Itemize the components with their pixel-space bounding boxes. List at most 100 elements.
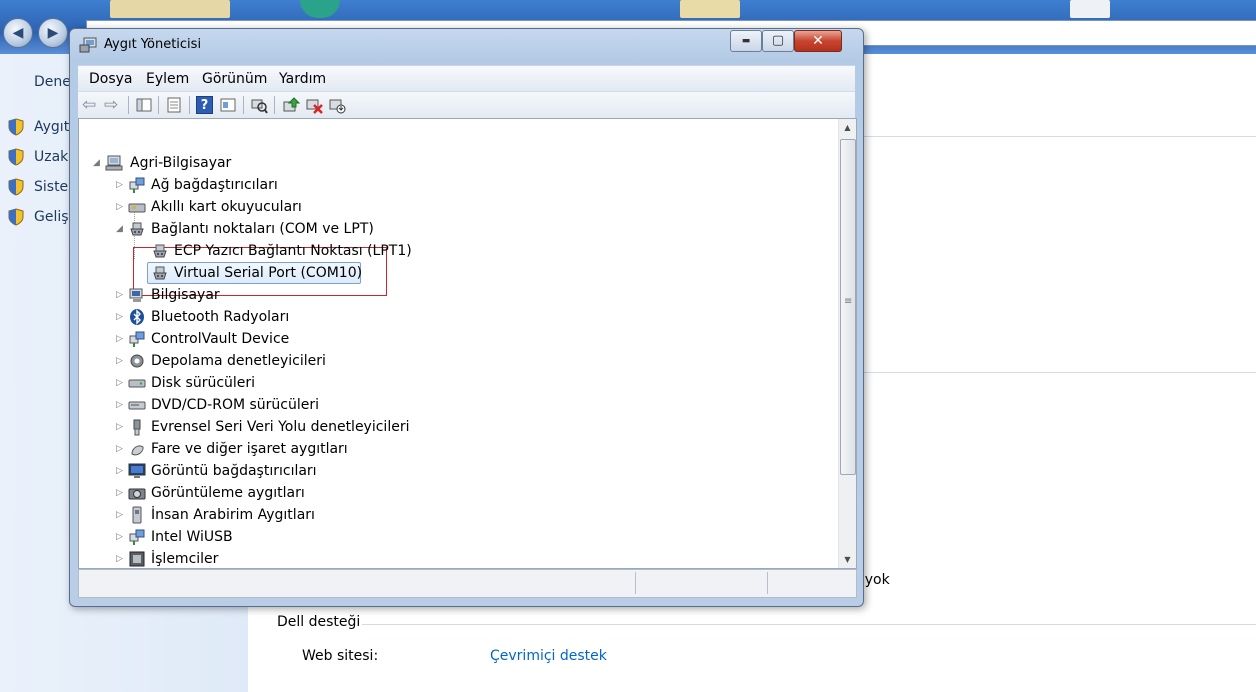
tree-item[interactable]: Bluetooth Radyoları xyxy=(151,306,289,328)
expand-arrow-icon[interactable]: ▷ xyxy=(116,401,125,410)
tree-item[interactable]: Görüntü bağdaştırıcıları xyxy=(151,460,317,482)
port-icon xyxy=(153,266,167,280)
menu-file[interactable]: Dosya xyxy=(89,71,133,87)
update-driver-icon[interactable] xyxy=(282,96,300,114)
expand-arrow-icon[interactable]: ▷ xyxy=(116,467,125,476)
properties-icon[interactable] xyxy=(165,96,183,114)
menu-bar: Dosya Eylem Görünüm Yardım xyxy=(78,65,855,92)
sidebar-link-system[interactable]: Sister xyxy=(34,179,74,195)
scroll-up-arrow[interactable]: ▲ xyxy=(839,119,856,136)
expand-arrow-icon[interactable]: ▷ xyxy=(116,533,125,542)
status-divider xyxy=(767,572,768,594)
forward-arrow-icon[interactable]: ⇨ xyxy=(104,96,122,114)
back-button[interactable]: ◀ xyxy=(3,18,33,48)
shield-icon xyxy=(8,148,24,166)
device-manager-app-icon xyxy=(79,37,97,53)
divider xyxy=(362,624,1256,625)
expand-arrow-icon[interactable]: ▷ xyxy=(116,291,125,300)
taskbar-thumbnail[interactable] xyxy=(1070,0,1110,18)
device-tree[interactable]: ◢ Agri-Bilgisayar ▷ Ağ bağdaştırıcıları ▷ A… xyxy=(78,118,857,569)
tree-item[interactable]: Disk sürücüleri xyxy=(151,372,255,394)
tree-item[interactable]: Fare ve diğer işaret aygıtları xyxy=(151,438,348,460)
expand-arrow-icon[interactable]: ▷ xyxy=(116,445,125,454)
collapse-arrow-icon[interactable]: ◢ xyxy=(116,225,125,234)
tree-item-selected[interactable]: Virtual Serial Port (COM10) xyxy=(174,262,362,284)
expand-arrow-icon[interactable]: ▷ xyxy=(116,181,125,190)
close-button[interactable]: ✕ xyxy=(794,30,842,52)
toolbar-separator xyxy=(243,96,244,114)
system-partial-label: Dene xyxy=(34,74,71,90)
expand-arrow-icon[interactable]: ▷ xyxy=(116,335,125,344)
divider xyxy=(862,372,1256,373)
mouse-icon xyxy=(131,445,144,456)
maximize-button[interactable]: ▢ xyxy=(762,30,794,52)
sidebar-link-device-manager[interactable]: Aygıt xyxy=(34,119,69,135)
device-manager-window[interactable]: Aygıt Yöneticisi ▬ ▢ ✕ Dosya Eylem Görün… xyxy=(69,28,864,607)
network-icon xyxy=(129,331,145,347)
scroll-down-arrow[interactable]: ▼ xyxy=(839,551,856,568)
tree-item[interactable]: Intel WiUSB xyxy=(151,526,233,548)
expand-arrow-icon[interactable]: ▷ xyxy=(116,511,125,520)
tree-item[interactable]: Bağlantı noktaları (COM ve LPT) xyxy=(151,218,374,240)
menu-view[interactable]: Görünüm xyxy=(202,71,267,87)
tree-root-label[interactable]: Agri-Bilgisayar xyxy=(130,152,231,174)
taskbar-thumbnail[interactable] xyxy=(680,0,740,18)
forward-button[interactable]: ▶ xyxy=(38,18,68,48)
storage-icon xyxy=(130,354,144,368)
disable-device-icon[interactable] xyxy=(328,96,346,114)
expand-arrow-icon[interactable]: ▷ xyxy=(116,203,125,212)
toolbar-separator xyxy=(189,96,190,114)
tree-item[interactable]: Görüntüleme aygıtları xyxy=(151,482,305,504)
port-icon xyxy=(153,244,167,258)
hid-icon xyxy=(132,506,142,524)
sidebar-link-advanced[interactable]: Geliş xyxy=(34,209,69,225)
sidebar-link-remote[interactable]: Uzak xyxy=(34,149,68,165)
vertical-scrollbar[interactable]: ▲ ≡ ▼ xyxy=(838,119,856,568)
support-heading: Dell desteği xyxy=(277,614,361,630)
menu-action[interactable]: Eylem xyxy=(146,71,189,87)
processor-icon xyxy=(129,551,145,567)
online-support-link[interactable]: Çevrimiçi destek xyxy=(490,648,607,664)
tree-item[interactable]: ECP Yazıcı Bağlantı Noktası (LPT1) xyxy=(174,240,412,262)
toolbar-separator xyxy=(274,96,275,114)
expand-arrow-icon[interactable]: ▷ xyxy=(116,555,125,564)
scrollbar-thumb[interactable]: ≡ xyxy=(840,139,856,475)
expand-arrow-icon[interactable]: ▷ xyxy=(116,313,125,322)
tree-item[interactable]: İşlemciler xyxy=(151,548,218,568)
tree-item[interactable]: Depolama denetleyicileri xyxy=(151,350,326,372)
back-arrow-icon[interactable]: ⇦ xyxy=(82,96,100,114)
tree-item[interactable]: DVD/CD-ROM sürücüleri xyxy=(151,394,319,416)
toolbar: ⇦ ⇨ ? xyxy=(78,91,855,119)
taskbar-thumbnail[interactable] xyxy=(110,0,230,18)
tree-item[interactable]: Ağ bağdaştırıcıları xyxy=(151,174,278,196)
show-hide-tree-icon[interactable] xyxy=(135,96,153,114)
scan-hardware-icon[interactable] xyxy=(250,96,268,114)
computer-icon xyxy=(129,288,143,302)
view-details-icon[interactable] xyxy=(219,96,237,114)
expand-arrow-icon[interactable]: ▷ xyxy=(116,489,125,498)
taskbar-thumbnail[interactable] xyxy=(300,0,340,18)
uninstall-icon[interactable] xyxy=(305,96,323,114)
expand-arrow-icon[interactable]: ▷ xyxy=(116,357,125,366)
collapse-arrow-icon[interactable]: ◢ xyxy=(93,159,102,168)
tree-item[interactable]: İnsan Arabirim Aygıtları xyxy=(151,504,315,526)
network-icon xyxy=(129,177,145,193)
camera-icon xyxy=(128,488,146,500)
status-divider xyxy=(635,572,636,594)
help-icon[interactable]: ? xyxy=(196,96,213,114)
port-icon xyxy=(130,222,144,236)
divider xyxy=(862,136,1256,137)
dvd-icon xyxy=(128,401,146,410)
tree-item[interactable]: Bilgisayar xyxy=(151,284,220,306)
tree-item[interactable]: Akıllı kart okuyucuları xyxy=(151,196,302,218)
disk-icon xyxy=(128,379,146,388)
tree-item[interactable]: Evrensel Seri Veri Yolu denetleyicileri xyxy=(151,416,409,438)
menu-help[interactable]: Yardım xyxy=(279,71,326,87)
status-bar xyxy=(78,569,857,598)
expand-arrow-icon[interactable]: ▷ xyxy=(116,423,125,432)
network-icon xyxy=(129,529,145,545)
smartcard-icon xyxy=(128,203,146,213)
tree-item[interactable]: ControlVault Device xyxy=(151,328,289,350)
expand-arrow-icon[interactable]: ▷ xyxy=(116,379,125,388)
minimize-button[interactable]: ▬ xyxy=(730,30,762,52)
